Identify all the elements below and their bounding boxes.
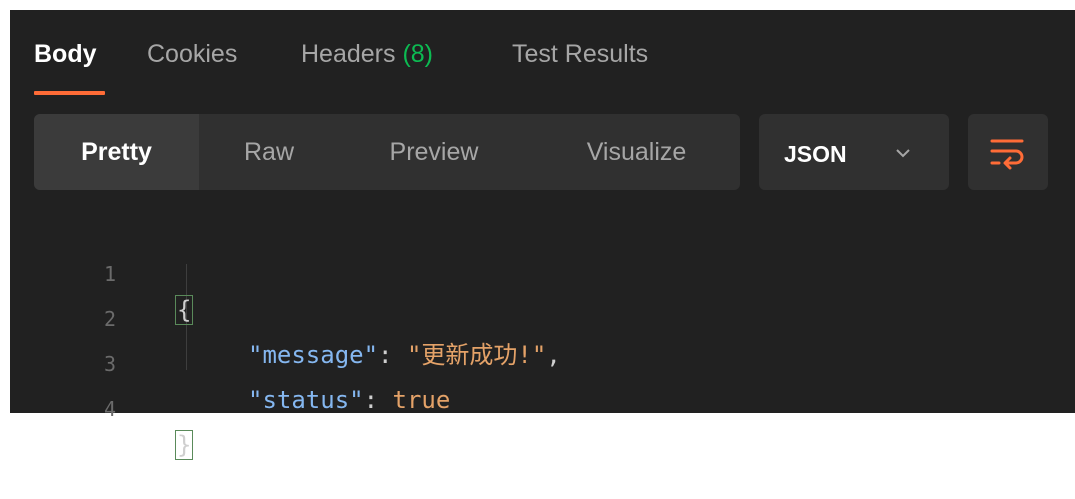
line-number: 4 (103, 397, 117, 421)
tab-test-results-label: Test Results (512, 40, 649, 68)
chevron-down-icon (896, 149, 910, 158)
code-line: 3 "status": true (10, 310, 450, 414)
json-value-status: true (392, 386, 451, 414)
wrap-lines-button[interactable] (968, 114, 1048, 190)
json-comma: , (546, 341, 561, 369)
format-selected-value: JSON (784, 141, 847, 167)
tab-cookies[interactable]: Cookies (147, 39, 237, 69)
response-tabs: Body Cookies Headers (8) Test Results (10, 10, 1075, 105)
response-panel: Body Cookies Headers (8) Test Results Pr… (10, 10, 1075, 460)
code-line: 2 "message": "更新成功!", (10, 265, 561, 369)
tab-body-label: Body (34, 40, 97, 68)
code-line: 4 } (10, 355, 194, 460)
tab-test-results[interactable]: Test Results (512, 39, 648, 69)
pretty-button[interactable]: Pretty (34, 114, 199, 190)
active-tab-indicator (34, 91, 105, 95)
format-dropdown[interactable]: JSON (759, 114, 949, 190)
json-key-status: "status" (248, 386, 364, 414)
headers-count-badge: (8) (402, 40, 434, 68)
preview-button[interactable]: Preview (359, 114, 509, 190)
tab-headers[interactable]: Headers (8) (301, 39, 433, 69)
visualize-button[interactable]: Visualize (554, 114, 719, 190)
tab-body[interactable]: Body (34, 39, 97, 69)
code-line: 1 { (10, 220, 194, 325)
tab-headers-label: Headers (301, 40, 396, 68)
wrap-lines-icon (990, 139, 1024, 170)
json-colon: : (378, 341, 407, 369)
open-brace: { (174, 295, 194, 325)
json-colon: : (363, 386, 393, 414)
close-brace: } (174, 430, 194, 460)
json-key-message: "message" (248, 341, 379, 369)
view-mode-group: Pretty Raw Preview Visualize (34, 114, 740, 190)
json-value-message: "更新成功!" (406, 341, 547, 369)
raw-button[interactable]: Raw (219, 114, 319, 190)
tab-cookies-label: Cookies (147, 40, 238, 68)
